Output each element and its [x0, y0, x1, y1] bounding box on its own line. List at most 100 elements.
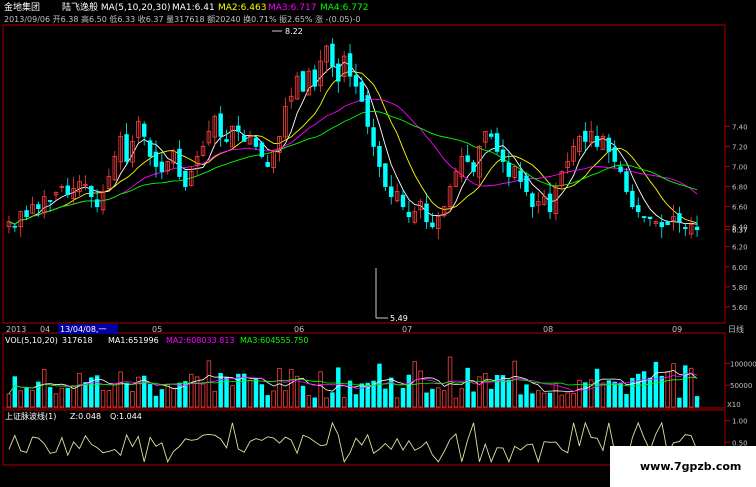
period-label: 日线	[728, 324, 744, 334]
volume-bar	[436, 387, 441, 408]
volume-bar	[100, 390, 106, 408]
candle	[289, 87, 294, 109]
volume-bar	[218, 373, 223, 408]
candle-body	[218, 113, 223, 137]
candle	[383, 163, 388, 191]
vol-value: 317618	[62, 336, 93, 345]
candle-body	[147, 140, 153, 157]
stock-name: 金地集团	[4, 1, 40, 13]
candle	[106, 168, 112, 191]
candle-body	[141, 123, 147, 137]
volume-bar	[624, 394, 629, 408]
candle-body	[400, 194, 406, 208]
candle	[424, 193, 429, 229]
candle	[147, 137, 153, 166]
candle	[671, 204, 676, 231]
pulse-line	[8, 421, 698, 464]
candle	[694, 215, 700, 237]
ma1-line	[8, 61, 698, 225]
candle	[647, 216, 653, 227]
volume-bar	[677, 397, 682, 408]
vol-tick-label: 100000	[730, 360, 756, 368]
candle	[577, 134, 582, 156]
candle	[136, 115, 141, 143]
candle-body	[465, 155, 470, 162]
volume-bar	[271, 390, 276, 408]
candle	[571, 139, 576, 166]
candle-body	[530, 193, 535, 208]
candle	[441, 205, 447, 218]
candle	[318, 50, 323, 93]
volume-bar	[94, 375, 100, 408]
candle-body	[389, 186, 394, 197]
vol-ma1: MA1:651996	[108, 336, 159, 345]
candle	[324, 44, 329, 73]
candle	[530, 191, 535, 218]
vol-unit: X10	[727, 401, 741, 409]
candle	[641, 216, 647, 223]
candle	[230, 125, 235, 148]
indicator-q: Q:1.044	[110, 412, 142, 421]
candles	[6, 38, 700, 240]
candle	[347, 44, 353, 88]
volume-bar	[347, 380, 353, 408]
candle	[406, 200, 412, 223]
volume-bar	[659, 375, 664, 408]
x-label-selected: 13/04/08,一	[60, 325, 106, 334]
indicator-line	[8, 421, 698, 464]
candle-body	[183, 170, 188, 187]
candle	[294, 71, 300, 100]
indicator-title: 上证脉波线(1)	[5, 411, 56, 421]
candle	[477, 144, 482, 186]
candle	[688, 217, 694, 239]
candle	[118, 131, 123, 171]
volume-bar	[124, 382, 129, 408]
candle-body	[630, 190, 635, 208]
candle-body	[665, 221, 670, 226]
candle-body	[683, 227, 688, 230]
candle	[236, 115, 241, 142]
candle-body	[47, 200, 53, 202]
volume-bar	[524, 384, 529, 408]
candle-body	[177, 148, 182, 177]
volume-bar	[189, 373, 194, 408]
watermark-text: www.7gpzb.com	[640, 460, 741, 473]
volume-bar	[653, 361, 659, 408]
candle-body	[641, 216, 647, 218]
ma3-value: MA3:6.717	[268, 3, 316, 13]
candle	[547, 182, 553, 219]
volume-bar	[83, 382, 88, 408]
candle	[206, 120, 212, 147]
volume-bar	[6, 393, 12, 408]
volume-bar	[518, 394, 523, 408]
volume-bar	[159, 389, 165, 408]
candle-body	[377, 145, 382, 167]
volume-bar	[165, 384, 170, 408]
price-tick-label: 7.00	[732, 163, 748, 171]
ma2-line	[8, 70, 698, 225]
candle	[618, 161, 623, 174]
candle-body	[647, 216, 653, 220]
candle	[624, 167, 629, 195]
candle	[200, 140, 206, 157]
candle	[365, 88, 370, 135]
volume-bar	[324, 397, 329, 408]
volume-bar	[53, 393, 59, 408]
candle	[494, 127, 500, 155]
volume-bar	[130, 391, 135, 408]
candle-body	[494, 133, 500, 152]
candle-body	[518, 170, 523, 182]
candle	[218, 105, 223, 147]
volume-bar	[312, 397, 317, 408]
price-tick-label: 6.60	[732, 204, 748, 212]
volume-bar	[377, 363, 382, 408]
volume-bar	[206, 360, 212, 408]
volume-bar	[483, 373, 488, 408]
volume-bar	[465, 367, 470, 408]
volume-bar	[289, 368, 294, 408]
candle-body	[330, 43, 335, 67]
price-tick-label: 7.40	[732, 123, 748, 131]
candle	[541, 189, 547, 206]
candle-body	[259, 142, 265, 157]
candle	[683, 223, 688, 237]
